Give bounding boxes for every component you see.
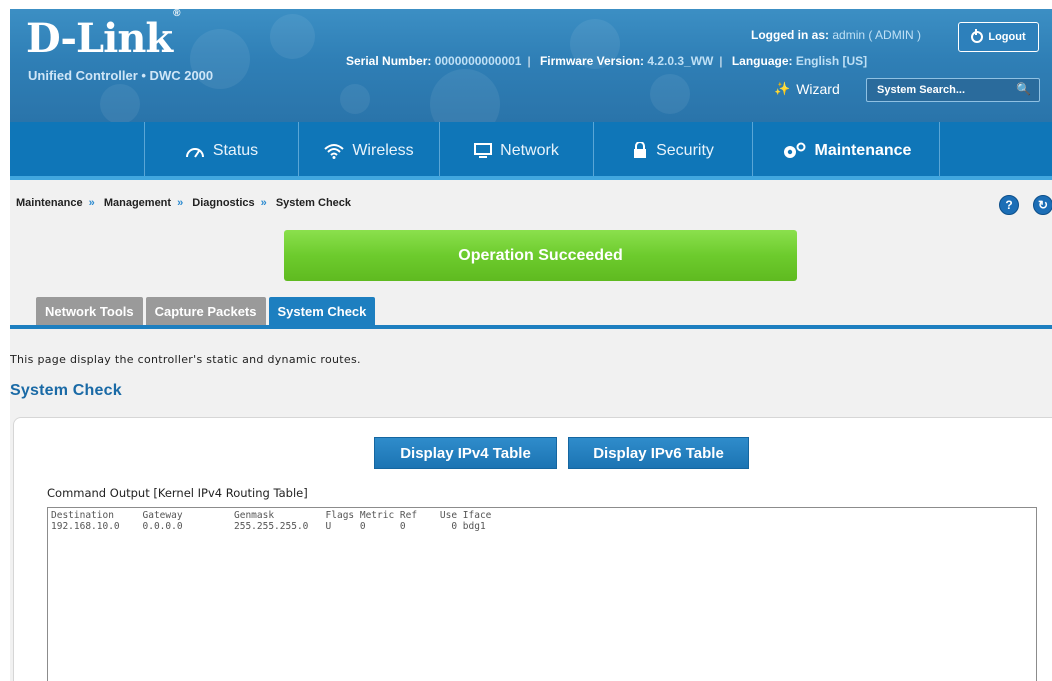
nav-security[interactable]: Security	[594, 122, 753, 179]
wifi-icon	[324, 143, 344, 159]
nav-wireless[interactable]: Wireless	[299, 122, 440, 179]
tab-network-tools[interactable]: Network Tools	[36, 297, 143, 325]
display-ipv6-button[interactable]: Display IPv6 Table	[568, 437, 749, 469]
gears-icon	[783, 142, 806, 158]
search-icon[interactable]: 🔍	[1016, 82, 1031, 96]
tab-system-check[interactable]: System Check	[268, 297, 376, 325]
device-info-line: Serial Number: 0000000000001 | Firmware V…	[346, 54, 868, 68]
page-description: This page display the controller's stati…	[10, 353, 361, 366]
help-icon[interactable]: ?	[999, 195, 1019, 215]
gauge-icon	[185, 147, 204, 158]
logout-button[interactable]: Logout	[958, 22, 1039, 52]
display-ipv4-button[interactable]: Display IPv4 Table	[374, 437, 557, 469]
refresh-icon[interactable]: ↻	[1033, 195, 1052, 215]
monitor-icon	[474, 142, 493, 158]
tab-underline	[10, 325, 1052, 329]
power-icon	[971, 29, 984, 43]
serial-value: 0000000000001	[434, 54, 522, 68]
tab-bar: Network Tools Capture Packets System Che…	[36, 297, 376, 325]
language-label: Language:	[731, 54, 793, 68]
command-output-textarea[interactable]: Destination Gateway Genmask Flags Metric…	[47, 507, 1037, 681]
header: D-Link® Unified Controller • DWC 2000 Lo…	[10, 9, 1052, 122]
product-name: Unified Controller • DWC 2000	[28, 68, 214, 83]
nav-maintenance[interactable]: Maintenance	[753, 122, 940, 179]
command-output-label: Command Output [Kernel IPv4 Routing Tabl…	[47, 486, 308, 500]
breadcrumb: Maintenance» Management» Diagnostics» Sy…	[16, 197, 352, 209]
logged-in-info: Logged in as: admin ( ADMIN )	[751, 28, 921, 42]
breadcrumb-item[interactable]: Diagnostics	[192, 197, 254, 209]
section-title: System Check	[10, 382, 122, 399]
logged-in-user: admin ( ADMIN )	[832, 28, 922, 42]
nav-network[interactable]: Network	[440, 122, 594, 179]
main-nav: Status Wireless Network Security Mainten…	[10, 122, 1052, 179]
nav-underline	[10, 176, 1052, 180]
tab-capture-packets[interactable]: Capture Packets	[145, 297, 266, 325]
firmware-label: Firmware Version:	[539, 54, 644, 68]
wizard-link[interactable]: ✨ Wizard	[774, 81, 840, 97]
app-window: D-Link® Unified Controller • DWC 2000 Lo…	[10, 9, 1052, 681]
serial-label: Serial Number:	[346, 54, 432, 68]
dlink-logo: D-Link®	[26, 9, 181, 62]
logged-in-label: Logged in as:	[751, 28, 829, 42]
nav-status[interactable]: Status	[144, 122, 299, 179]
language-value[interactable]: English [US]	[796, 54, 867, 68]
breadcrumb-item[interactable]: Management	[104, 197, 171, 209]
breadcrumb-current: System Check	[275, 197, 352, 209]
lock-icon	[634, 142, 647, 158]
wand-icon: ✨	[774, 81, 791, 96]
breadcrumb-item[interactable]: Maintenance	[16, 197, 83, 209]
success-alert: Operation Succeeded	[284, 230, 797, 281]
firmware-value: 4.2.0.3_WW	[647, 54, 714, 68]
system-search-input[interactable]: System Search... 🔍	[866, 78, 1040, 102]
